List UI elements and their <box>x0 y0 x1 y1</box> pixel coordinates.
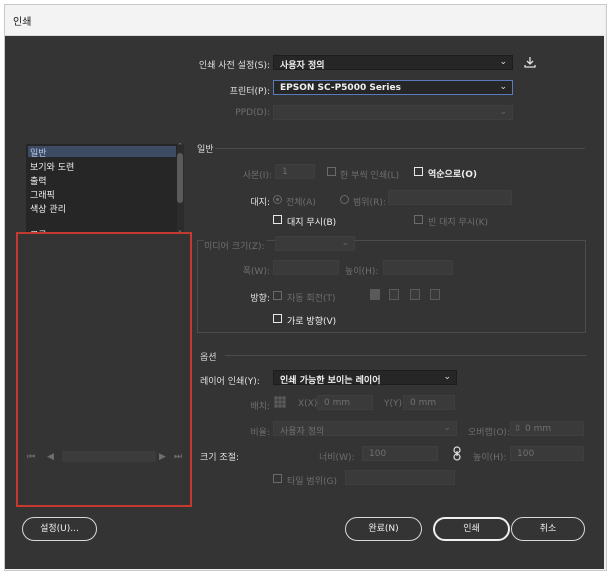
scroll-up-icon[interactable]: ⌃ <box>177 142 183 150</box>
width-label: 폭(W): <box>242 267 270 277</box>
range-radio[interactable] <box>340 195 349 204</box>
scale-label: 비율: <box>250 428 270 438</box>
tile-input[interactable] <box>345 470 455 485</box>
chevron-down-icon: ⌄ <box>341 238 349 248</box>
x-input[interactable]: 0 mm <box>317 395 373 410</box>
chevron-down-icon: ⌄ <box>499 82 507 92</box>
reverse-portrait-icon[interactable] <box>410 289 420 300</box>
preset-select[interactable]: 사용자 정의 ⌄ <box>273 55 513 71</box>
position-label: 배치: <box>250 402 270 412</box>
sidebar-item-graphics[interactable]: 그래픽 <box>28 188 176 201</box>
all-pages-radio[interactable] <box>273 195 282 204</box>
printer-label: 프린터(P): <box>229 87 270 97</box>
range-label: 범위(R): <box>353 198 386 208</box>
preset-label: 인쇄 사전 설정(S): <box>198 61 270 71</box>
landscape-icon[interactable] <box>389 289 399 300</box>
width-input[interactable] <box>273 260 339 275</box>
ignore-spreads-checkbox[interactable] <box>273 215 282 224</box>
section-divider <box>225 355 586 356</box>
reference-point-icon[interactable] <box>274 396 286 408</box>
tile-label: 타일 범위(G) <box>287 477 337 487</box>
ignore-spreads-label: 대지 무시(B) <box>287 218 337 228</box>
range-input[interactable] <box>388 190 512 205</box>
reverse-landscape-icon[interactable] <box>430 289 440 300</box>
copies-label: 사본(I): <box>242 171 272 181</box>
print-button[interactable]: 인쇄 <box>433 517 510 541</box>
paper-size-label: 미디어 크기(Z): <box>204 239 268 252</box>
collate-checkbox[interactable] <box>327 167 336 176</box>
chevron-down-icon: ⌄ <box>499 57 507 67</box>
print-layers-label: 레이어 인쇄(Y): <box>200 377 260 387</box>
landscape-label: 가로 방향(V) <box>287 317 337 327</box>
height-label: 높이(H): <box>345 267 379 277</box>
scale-width-input[interactable]: 100 <box>362 446 438 461</box>
sidebar-item-output[interactable]: 출력 <box>28 174 176 187</box>
y-label: Y(Y): <box>384 399 406 409</box>
chevron-down-icon: ⌄ <box>443 372 451 382</box>
copies-input[interactable]: 1 <box>275 164 315 179</box>
section-title-general: 일반 <box>197 145 214 155</box>
section-title-options: 옵션 <box>200 353 217 363</box>
overlap-label: 오버랩(O): <box>468 428 510 438</box>
collate-label: 한 부씩 인쇄(L) <box>340 171 400 181</box>
link-icon[interactable] <box>452 446 462 461</box>
height-input[interactable] <box>383 260 453 275</box>
sidebar-item-color-management[interactable]: 색상 관리 <box>28 202 176 215</box>
ppd-label: PPD(D): <box>235 108 270 118</box>
scale-height-label: 높이(H): <box>473 453 507 463</box>
reverse-order-label: 역순으로(O) <box>428 170 477 180</box>
title-bar <box>5 5 604 36</box>
chevron-down-icon: ⌄ <box>443 423 451 433</box>
section-divider <box>215 148 585 149</box>
setup-button[interactable]: 설정(U)... <box>22 517 97 541</box>
print-blank-checkbox[interactable] <box>414 215 423 224</box>
scale-adjust-label: 크기 조절: <box>200 453 240 463</box>
scale-width-label: 너비(W): <box>319 453 355 463</box>
landscape-checkbox[interactable] <box>273 314 282 323</box>
scrollbar-thumb[interactable] <box>177 153 183 203</box>
sidebar-item-general[interactable]: 일반 <box>28 146 176 159</box>
portrait-icon[interactable] <box>370 289 380 300</box>
print-layers-select[interactable]: 인쇄 가능한 보이는 레이어 ⌄ <box>273 370 457 386</box>
print-blank-label: 빈 대지 무시(K) <box>428 218 489 228</box>
pages-label: 대지: <box>250 198 270 208</box>
scale-height-input[interactable]: 100 <box>510 446 584 461</box>
reverse-order-checkbox[interactable] <box>414 167 423 176</box>
scale-select[interactable]: 사용자 정의 ⌄ <box>273 421 457 437</box>
ppd-select[interactable]: ⌄ <box>273 105 513 120</box>
auto-rotate-checkbox[interactable] <box>273 291 282 300</box>
category-list: 일반 보기와 도련 출력 그래픽 색상 관리 고급 <box>26 144 183 233</box>
paper-size-select[interactable]: ⌄ <box>275 236 355 251</box>
stepper-icon[interactable]: ⇳ <box>514 424 522 434</box>
overlap-input[interactable]: ⇳ 0 mm <box>510 421 584 436</box>
paper-group <box>197 240 586 333</box>
window-title: 인쇄 <box>13 17 32 28</box>
chevron-down-icon: ⌄ <box>499 107 507 117</box>
done-button[interactable]: 완료(N) <box>345 517 422 541</box>
all-pages-label: 전체(A) <box>286 198 316 208</box>
orientation-label: 방향: <box>250 294 270 304</box>
cancel-button[interactable]: 취소 <box>511 517 585 541</box>
auto-rotate-label: 자동 회전(T) <box>287 294 336 304</box>
y-input[interactable]: 0 mm <box>403 395 455 410</box>
sidebar-item-marks-bleed[interactable]: 보기와 도련 <box>28 160 176 173</box>
printer-select[interactable]: EPSON SC-P5000 Series ⌄ <box>273 80 513 95</box>
save-preset-icon[interactable] <box>523 55 537 69</box>
tile-checkbox[interactable] <box>273 474 282 483</box>
highlight-annotation <box>16 232 192 507</box>
